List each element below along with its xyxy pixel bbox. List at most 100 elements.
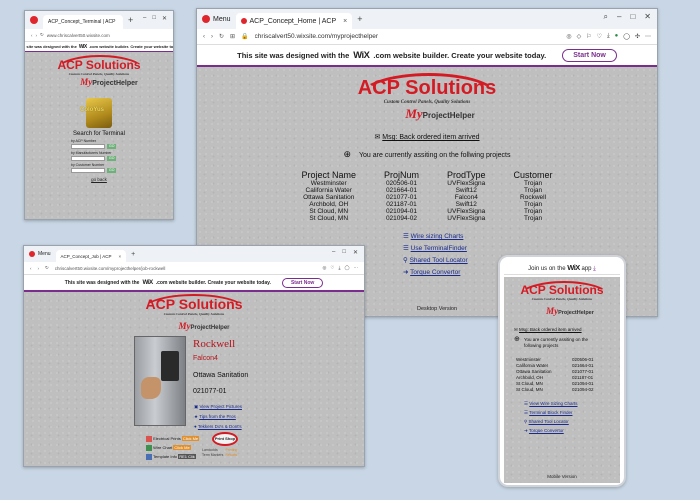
doc-wire-chart[interactable]: Wire Chart Click Me bbox=[146, 443, 199, 452]
address-bar[interactable]: ‹ › ↻ ⊞ 🔒 chriscalvert50.wixsite.com/myproje… bbox=[197, 29, 657, 45]
table-row[interactable]: St Cloud, MN 021094-02 UVFlexSigna Trojan bbox=[287, 215, 566, 222]
close-tab-icon[interactable]: × bbox=[343, 18, 347, 25]
table-row[interactable]: St Cloud, MN 021094-01 UVFlexSigna Trojan bbox=[287, 208, 566, 215]
minimize-icon[interactable]: – bbox=[332, 249, 335, 256]
tab-home[interactable]: ACP_Concept_Home | ACP × bbox=[235, 13, 353, 29]
link-terminal-finder[interactable]: ☰ Use TerminalFinder bbox=[403, 243, 657, 255]
search-tabs-icon[interactable]: ⌕ bbox=[604, 12, 608, 22]
close-window-icon[interactable]: ✕ bbox=[162, 15, 167, 22]
url-text[interactable]: www.chriscalvert50.wixsite.com bbox=[47, 33, 167, 38]
link-text[interactable]: Tekkers Do's & Dont's bbox=[198, 424, 242, 429]
link-text[interactable]: Wire sizing Charts bbox=[411, 233, 464, 240]
maximize-icon[interactable]: □ bbox=[630, 12, 635, 22]
opera-menu[interactable] bbox=[25, 11, 43, 29]
heart-icon[interactable]: ♡ bbox=[330, 265, 334, 271]
link-text[interactable]: Use TerminalFinder bbox=[411, 245, 467, 252]
maximize-icon[interactable]: □ bbox=[152, 15, 156, 22]
table-row[interactable]: Archbold, OH 021187-01 Swift12 Trojan bbox=[287, 201, 566, 208]
reload-icon[interactable]: ↻ bbox=[45, 265, 49, 271]
forward-icon[interactable]: › bbox=[36, 33, 38, 38]
click-badge[interactable]: Click Me bbox=[181, 436, 200, 441]
opera-menu[interactable]: Menu bbox=[24, 246, 56, 262]
link-text[interactable]: View Project Pictures bbox=[200, 404, 242, 409]
minimize-icon[interactable]: – bbox=[143, 15, 146, 22]
minimize-icon[interactable]: – bbox=[617, 12, 621, 22]
more-icon[interactable]: ⋯ bbox=[645, 33, 651, 40]
maximize-icon[interactable]: □ bbox=[342, 249, 346, 256]
doc-electrical-prints[interactable]: Electrical Prints Click Me bbox=[146, 434, 200, 443]
link-tips[interactable]: ★ Tips from the Pros bbox=[194, 412, 242, 422]
message-row[interactable]: ✉ Msg: Back ordered item arrived bbox=[197, 133, 657, 141]
download-icon[interactable]: ⤓ bbox=[607, 33, 610, 40]
link-text[interactable]: Torque Convertor bbox=[410, 269, 460, 276]
forward-icon[interactable]: › bbox=[38, 266, 40, 271]
message-row[interactable]: ✉ Msg: Back ordered item arrived bbox=[514, 327, 620, 333]
print-item[interactable]: Results bbox=[226, 453, 249, 457]
link-text[interactable]: Torque Convertor bbox=[529, 428, 564, 433]
vpn-icon[interactable]: ⚐ bbox=[586, 33, 591, 40]
opera-menu[interactable]: Menu bbox=[197, 9, 236, 29]
click-badge[interactable]: Click Me bbox=[173, 445, 191, 450]
click-badge[interactable]: RE1 Clik bbox=[178, 454, 196, 459]
forward-icon[interactable]: › bbox=[211, 34, 213, 40]
table-row[interactable]: California Water 021664-01 Swift12 Trojan bbox=[287, 187, 566, 194]
profile-icon[interactable]: ◯ bbox=[623, 33, 630, 40]
back-icon[interactable]: ‹ bbox=[31, 33, 33, 38]
reload-icon[interactable]: ↻ bbox=[40, 32, 44, 38]
speed-dial-icon[interactable]: ⊞ bbox=[230, 33, 235, 40]
tab-job[interactable]: ACP_Concept_Job | ACP × bbox=[55, 250, 127, 262]
tab-terminal[interactable]: ACP_Concept_Terminal | ACP × bbox=[43, 15, 123, 29]
profile-icon[interactable]: ◯ bbox=[344, 265, 349, 271]
back-icon[interactable]: ‹ bbox=[30, 266, 32, 271]
url-text[interactable]: chriscalvert50.wixsite.com/myprojecthelp… bbox=[255, 33, 561, 40]
cube-icon[interactable]: ◇ bbox=[577, 33, 582, 40]
link-torque[interactable]: ➜ Torque Convertor bbox=[524, 426, 620, 435]
download-icon[interactable]: ⤓ bbox=[593, 266, 596, 272]
start-now-button[interactable]: Start Now bbox=[562, 48, 617, 62]
link-terminal-finder[interactable]: ☰ Terminal Block Finder bbox=[524, 408, 620, 417]
search-input[interactable] bbox=[71, 144, 105, 149]
puzzle-icon[interactable]: ✣ bbox=[635, 33, 640, 40]
start-now-button[interactable]: Start Now bbox=[281, 277, 324, 288]
address-bar[interactable]: ‹ › ↻ www.chriscalvert50.wixsite.com bbox=[25, 29, 173, 42]
close-tab-icon[interactable]: × bbox=[122, 19, 123, 25]
heart-icon[interactable]: ♡ bbox=[597, 33, 602, 40]
extension-icon[interactable]: ● bbox=[615, 33, 619, 40]
link-wire-sizing[interactable]: ☰ Wire sizing Charts bbox=[403, 231, 657, 243]
message-text[interactable]: Msg: Back ordered item arrived bbox=[519, 327, 582, 332]
url-text[interactable]: chriscalvert50.wixsite.com/myprojecthelp… bbox=[55, 266, 317, 271]
table-row[interactable]: St Cloud, MN 021094-02 bbox=[516, 387, 594, 393]
camera-icon[interactable]: ◎ bbox=[566, 33, 571, 40]
print-item[interactable]: Printing bbox=[226, 448, 249, 452]
more-icon[interactable]: ⋯ bbox=[354, 265, 359, 271]
message-text[interactable]: Msg: Back ordered item arrived bbox=[382, 134, 479, 141]
close-window-icon[interactable]: ✕ bbox=[353, 249, 358, 256]
download-icon[interactable]: ⤓ bbox=[338, 265, 340, 271]
link-pictures[interactable]: ▣ View Project Pictures bbox=[194, 402, 242, 412]
go-back-link[interactable]: go back bbox=[25, 177, 173, 182]
close-window-icon[interactable]: ✕ bbox=[644, 12, 651, 22]
link-text[interactable]: View Wire Sizing Charts bbox=[529, 401, 577, 406]
link-text[interactable]: Shared Tool Locator bbox=[529, 419, 569, 424]
doc-template-info[interactable]: Template Info RE1 Clik bbox=[146, 452, 199, 461]
camera-icon[interactable]: ◎ bbox=[322, 265, 326, 271]
link-tool-locator[interactable]: ⚲ Shared Tool Locator bbox=[524, 417, 620, 426]
go-button[interactable]: GO bbox=[107, 144, 117, 149]
reload-icon[interactable]: ↻ bbox=[219, 33, 224, 40]
print-item[interactable]: Lamicoids bbox=[202, 448, 225, 452]
go-button[interactable]: GO bbox=[107, 156, 117, 161]
print-shop[interactable]: Print Shop Lamicoids Printing Term Marker… bbox=[202, 432, 248, 457]
table-row[interactable]: Ottawa Sanitation 021077-01 Falcon4 Rockwel… bbox=[287, 194, 566, 201]
new-tab-icon[interactable]: + bbox=[357, 14, 362, 24]
table-row[interactable]: Westminster 020506-01 UVFlexSigna Trojan bbox=[287, 180, 566, 187]
go-button[interactable]: GO bbox=[107, 168, 117, 173]
search-input[interactable] bbox=[71, 168, 105, 173]
link-text[interactable]: Shared Tool Locator bbox=[410, 257, 468, 264]
address-bar[interactable]: ‹ › ↻ chriscalvert50.wixsite.com/myproject… bbox=[24, 262, 364, 275]
link-text[interactable]: Tips from the Pros bbox=[199, 414, 236, 419]
link-text[interactable]: Terminal Block Finder bbox=[529, 410, 572, 415]
link-wire-sizing[interactable]: ☰ View Wire Sizing Charts bbox=[524, 399, 620, 408]
back-icon[interactable]: ‹ bbox=[203, 34, 205, 40]
new-tab-icon[interactable]: + bbox=[128, 15, 133, 25]
print-item[interactable]: Term Markers bbox=[202, 453, 225, 457]
